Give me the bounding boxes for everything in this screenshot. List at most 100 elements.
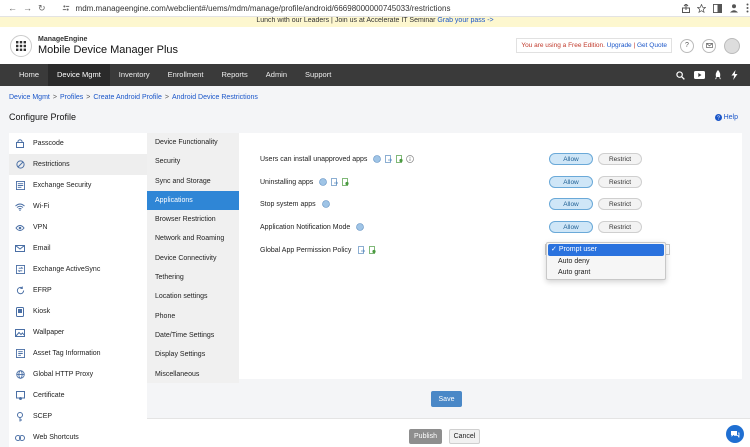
publish-button[interactable]: Publish: [409, 429, 442, 444]
submenu-sync-and-storage[interactable]: Sync and Storage: [147, 172, 239, 191]
ban-icon: [15, 160, 25, 170]
submenu-display-settings[interactable]: Display Settings: [147, 345, 239, 364]
menu-dots-icon[interactable]: [746, 3, 749, 13]
breadcrumb-device-mgmt[interactable]: Device Mgmt: [9, 94, 50, 101]
breadcrumb-separator: >: [86, 94, 91, 101]
search-icon[interactable]: [676, 70, 685, 80]
restrict-button[interactable]: Restrict: [598, 221, 642, 233]
help-question-icon[interactable]: ?: [680, 38, 694, 53]
submenu-device-functionality[interactable]: Device Functionality: [147, 133, 239, 152]
restrict-button[interactable]: Restrict: [598, 176, 642, 188]
chat-icon[interactable]: [726, 425, 744, 443]
share-icon[interactable]: [681, 3, 690, 13]
submenu-tethering[interactable]: Tethering: [147, 268, 239, 287]
sidebar-item-email[interactable]: Email: [9, 238, 147, 259]
profile-sidebar: Passcode Restrictions Exchange Security …: [9, 133, 147, 447]
address-bar[interactable]: mdm.manageengine.com/webclient#/uems/mdm…: [62, 2, 682, 15]
save-button[interactable]: Save: [431, 391, 462, 407]
dropdown-option-prompt-user[interactable]: ✓ Prompt user: [548, 244, 664, 256]
nav-support[interactable]: Support: [296, 64, 340, 86]
nav-enrollment[interactable]: Enrollment: [159, 64, 213, 86]
reload-icon[interactable]: ↻: [38, 2, 46, 14]
sidebar-item-label: Web Shortcuts: [33, 434, 79, 441]
mail-header-icon[interactable]: [702, 38, 716, 53]
allow-button[interactable]: Allow: [549, 198, 593, 210]
upgrade-link[interactable]: Upgrade: [607, 42, 632, 49]
restrict-button[interactable]: Restrict: [598, 198, 642, 210]
submenu-date-time-settings[interactable]: Date/Time Settings: [147, 326, 239, 345]
kiosk-icon: [15, 306, 25, 317]
sidebar-item-wifi[interactable]: Wi-Fi: [9, 196, 147, 217]
video-icon[interactable]: [694, 71, 705, 79]
sidebar-item-wallpaper[interactable]: Wallpaper: [9, 322, 147, 343]
brand-company: ManageEngine: [38, 35, 88, 43]
svg-text:?: ?: [717, 115, 720, 121]
dropdown-option-auto-deny[interactable]: Auto deny: [547, 256, 665, 268]
app-grid-icon[interactable]: [10, 34, 32, 57]
breadcrumb-android-device-restrictions[interactable]: Android Device Restrictions: [172, 94, 258, 101]
info-icon[interactable]: [406, 155, 415, 163]
restrictions-submenu: Device Functionality Security Sync and S…: [147, 133, 239, 383]
sidebar-item-label: VPN: [33, 224, 48, 231]
breadcrumb-create-android-profile[interactable]: Create Android Profile: [93, 94, 161, 101]
sidebar-item-web-shortcuts[interactable]: Web Shortcuts: [9, 427, 147, 447]
submenu-phone[interactable]: Phone: [147, 307, 239, 326]
sidebar-item-efrp[interactable]: EFRP: [9, 280, 147, 301]
sidebar-item-exchange-activesync[interactable]: Exchange ActiveSync: [9, 259, 147, 280]
submenu-network-and-roaming[interactable]: Network and Roaming: [147, 229, 239, 248]
nav-home[interactable]: Home: [10, 64, 48, 86]
nav-reports[interactable]: Reports: [213, 64, 257, 86]
restrict-button[interactable]: Restrict: [598, 153, 642, 165]
rocket-icon[interactable]: [714, 70, 722, 80]
lock-icon: [15, 139, 25, 149]
sidebar-item-label: Asset Tag Information: [33, 350, 101, 357]
get-quote-link[interactable]: Get Quote: [637, 42, 667, 49]
certificate-icon: [15, 390, 25, 401]
sidebar-toggle-icon[interactable]: [712, 3, 722, 13]
sidebar-item-passcode[interactable]: Passcode: [9, 133, 147, 154]
allow-button[interactable]: Allow: [549, 221, 593, 233]
submenu-browser-restriction[interactable]: Browser Restriction: [147, 210, 239, 229]
dropdown-option-auto-grant[interactable]: Auto grant: [547, 267, 665, 279]
sidebar-item-exchange-security[interactable]: Exchange Security: [9, 175, 147, 196]
help-link[interactable]: ? Help: [714, 114, 738, 121]
cancel-button[interactable]: Cancel: [449, 429, 480, 444]
allow-button[interactable]: Allow: [549, 176, 593, 188]
allow-restrict-toggle: Allow Restrict: [549, 198, 642, 210]
sidebar-item-restrictions[interactable]: Restrictions: [9, 154, 147, 175]
breadcrumb-profiles[interactable]: Profiles: [60, 94, 83, 101]
sidebar-item-kiosk[interactable]: Kiosk: [9, 301, 147, 322]
bookmark-star-icon[interactable]: [696, 3, 706, 13]
sidebar-item-global-http-proxy[interactable]: Global HTTP Proxy: [9, 364, 147, 385]
sidebar-item-certificate[interactable]: Certificate: [9, 385, 147, 406]
profile-icon[interactable]: [729, 3, 739, 13]
lightning-icon[interactable]: [731, 70, 738, 80]
link-icon: [15, 433, 25, 443]
breadcrumb: Device Mgmt > Profiles > Create Android Prof…: [9, 94, 258, 101]
vpn-icon: [15, 223, 25, 233]
nav-admin[interactable]: Admin: [257, 64, 296, 86]
setting-row: Application Notification Mode: [260, 221, 365, 233]
site-info-icon[interactable]: [62, 4, 70, 12]
submenu-applications[interactable]: Applications: [147, 190, 239, 211]
submenu-miscellaneous[interactable]: Miscellaneous: [147, 365, 239, 384]
submenu-device-connectivity[interactable]: Device Connectivity: [147, 249, 239, 268]
sidebar-item-scep[interactable]: SCEP: [9, 406, 147, 427]
forward-icon[interactable]: →: [23, 2, 32, 14]
sidebar-item-label: EFRP: [33, 287, 52, 294]
key-icon: [15, 411, 25, 422]
sidebar-item-asset-tag[interactable]: Asset Tag Information: [9, 343, 147, 364]
user-avatar[interactable]: [724, 37, 740, 54]
device-owner-icon: [330, 178, 338, 186]
permission-policy-dropdown: ✓ Prompt user Auto deny Auto grant: [546, 242, 666, 280]
allow-button[interactable]: Allow: [549, 153, 593, 165]
submenu-location-settings[interactable]: Location settings: [147, 287, 239, 306]
submenu-security[interactable]: Security: [147, 152, 239, 171]
banner-text: Lunch with our Leaders | Join us at Acce…: [256, 17, 436, 24]
nav-device-mgmt[interactable]: Device Mgmt: [48, 64, 110, 86]
back-icon[interactable]: ←: [8, 2, 17, 14]
sidebar-item-vpn[interactable]: VPN: [9, 217, 147, 238]
brand-logo[interactable]: ManageEngine Mobile Device Manager Plus: [38, 36, 178, 56]
banner-link[interactable]: Grab your pass ->: [437, 17, 493, 24]
nav-inventory[interactable]: Inventory: [110, 64, 159, 86]
